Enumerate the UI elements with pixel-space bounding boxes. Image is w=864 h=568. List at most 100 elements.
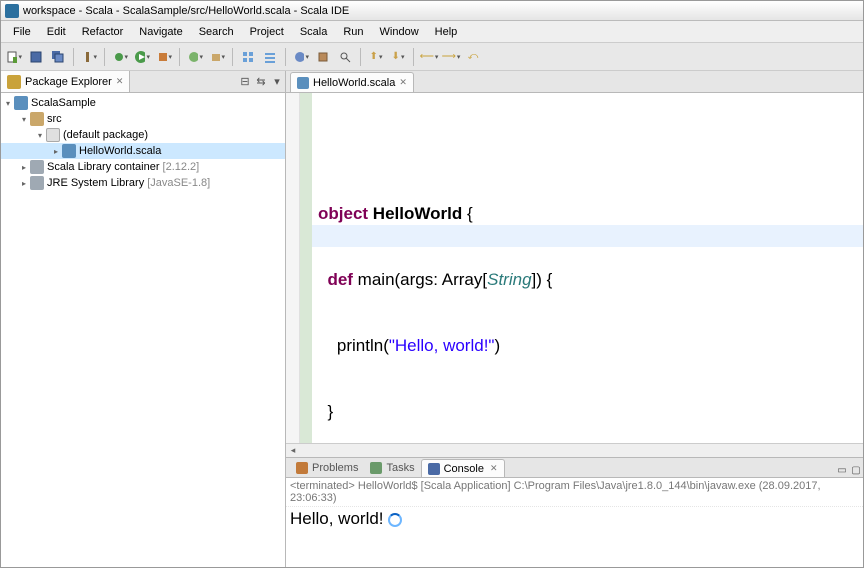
annotation-prev-button[interactable]: ⬆: [367, 48, 385, 66]
src-folder-icon: [30, 112, 44, 126]
editor-h-scrollbar[interactable]: ◂: [286, 443, 863, 457]
twisty-icon[interactable]: [19, 179, 29, 188]
save-all-button[interactable]: [49, 48, 67, 66]
task-icon: [316, 50, 330, 64]
tab-console[interactable]: Console ✕: [421, 459, 505, 477]
annotation-next-button[interactable]: ⬇: [389, 48, 407, 66]
save-all-icon: [51, 50, 65, 64]
package-explorer-tab[interactable]: Package Explorer ✕: [1, 71, 130, 92]
package-explorer-tree[interactable]: ScalaSample src (default package) HelloW…: [1, 93, 285, 567]
problems-icon: [296, 462, 308, 474]
menu-run[interactable]: Run: [335, 23, 371, 41]
menu-scala[interactable]: Scala: [292, 23, 336, 41]
menu-search[interactable]: Search: [191, 23, 242, 41]
tree-scala-lib[interactable]: Scala Library container [2.12.2]: [1, 159, 285, 175]
menu-window[interactable]: Window: [372, 23, 427, 41]
new-class-button[interactable]: [186, 48, 204, 66]
close-icon[interactable]: ✕: [490, 463, 498, 474]
tree-jre-lib-label: JRE System Library: [47, 177, 144, 189]
new-button[interactable]: [5, 48, 23, 66]
search-icon: [338, 50, 352, 64]
tree-src[interactable]: src: [1, 111, 285, 127]
toggle-button-b[interactable]: [261, 48, 279, 66]
ext-tools-icon: [156, 50, 167, 64]
save-button[interactable]: [27, 48, 45, 66]
console-output-text: Hello, world!: [290, 509, 384, 529]
twisty-icon[interactable]: [35, 131, 45, 140]
tree-default-package-label: (default package): [63, 129, 148, 141]
code-area[interactable]: object HelloWorld { def main(args: Array…: [312, 93, 863, 443]
menu-help[interactable]: Help: [427, 23, 466, 41]
debug-button[interactable]: [111, 48, 129, 66]
code-text: main(args: Array[: [353, 270, 487, 289]
editor-gutter: [286, 93, 300, 443]
open-type-button[interactable]: [292, 48, 310, 66]
new-icon: [6, 50, 17, 64]
collapse-all-button[interactable]: ⊟: [237, 74, 253, 90]
tab-problems[interactable]: Problems: [290, 459, 364, 477]
twisty-icon[interactable]: [19, 115, 29, 124]
minimize-button[interactable]: ▭: [835, 463, 849, 477]
library-icon: [30, 176, 44, 190]
code-text: ]) {: [532, 270, 553, 289]
busy-spinner-icon: [388, 513, 402, 527]
menu-navigate[interactable]: Navigate: [131, 23, 190, 41]
tab-tasks[interactable]: Tasks: [364, 459, 420, 477]
toolbar: ⬆ ⬇ ⟵ ⟶ ⤺: [1, 43, 863, 71]
editor-tab-helloworld[interactable]: HelloWorld.scala ✕: [290, 72, 414, 92]
tree-jre-lib-version: [JavaSE-1.8]: [147, 177, 210, 189]
toolbar-separator: [360, 48, 361, 66]
string-literal: "Hello, world!": [389, 336, 495, 355]
tree-jre-lib[interactable]: JRE System Library [JavaSE-1.8]: [1, 175, 285, 191]
tab-console-label: Console: [444, 463, 484, 475]
maximize-button[interactable]: ▢: [849, 463, 863, 477]
scroll-left-icon[interactable]: ◂: [286, 445, 300, 456]
tree-file-label: HelloWorld.scala: [79, 145, 161, 157]
nav-last-edit-button[interactable]: ⤺: [464, 48, 482, 66]
tree-project[interactable]: ScalaSample: [1, 95, 285, 111]
close-icon[interactable]: ✕: [116, 76, 124, 87]
menu-project[interactable]: Project: [242, 23, 292, 41]
new-class-icon: [187, 50, 198, 64]
tasks-icon: [370, 462, 382, 474]
nav-forward-button[interactable]: ⟶: [442, 48, 460, 66]
package-explorer-icon: [7, 75, 21, 89]
tree-src-label: src: [47, 113, 62, 125]
tree-file-helloworld[interactable]: HelloWorld.scala: [1, 143, 285, 159]
close-icon[interactable]: ✕: [399, 77, 407, 88]
menu-edit[interactable]: Edit: [39, 23, 74, 41]
main-area: Package Explorer ✕ ⊟ ⇆ ▾ ScalaSample src: [1, 71, 863, 567]
search-button[interactable]: [336, 48, 354, 66]
code-text: {: [462, 204, 472, 223]
twisty-icon[interactable]: [3, 99, 13, 108]
new-package-icon: [209, 50, 220, 64]
arrow-left-icon: ⟵: [420, 51, 434, 62]
build-button[interactable]: [80, 48, 98, 66]
new-package-button[interactable]: [208, 48, 226, 66]
code-editor[interactable]: object HelloWorld { def main(args: Array…: [286, 93, 863, 443]
editor-and-bottom: HelloWorld.scala ✕ object HelloWorld { d…: [286, 71, 863, 567]
view-menu-button[interactable]: ▾: [269, 74, 285, 90]
twisty-icon[interactable]: [19, 163, 29, 172]
menu-refactor[interactable]: Refactor: [74, 23, 132, 41]
nav-back-button[interactable]: ⟵: [420, 48, 438, 66]
last-edit-icon: ⤺: [468, 51, 479, 62]
tab-problems-label: Problems: [312, 462, 358, 474]
link-editor-button[interactable]: ⇆: [253, 74, 269, 90]
open-task-button[interactable]: [314, 48, 332, 66]
app-icon: [5, 4, 19, 18]
ext-tools-button[interactable]: [155, 48, 173, 66]
hammer-icon: [81, 50, 92, 64]
window-title: workspace - Scala - ScalaSample/src/Hell…: [23, 5, 349, 17]
tree-default-package[interactable]: (default package): [1, 127, 285, 143]
menu-file[interactable]: File: [5, 23, 39, 41]
run-button[interactable]: [133, 48, 151, 66]
twisty-icon[interactable]: [51, 147, 61, 156]
editor-folding-ruler[interactable]: [300, 93, 312, 443]
console-output-area[interactable]: Hello, world!: [286, 507, 863, 567]
toggle-button-a[interactable]: [239, 48, 257, 66]
tree-scala-lib-version: [2.12.2]: [163, 161, 200, 173]
package-icon: [46, 128, 60, 142]
arrow-up-icon: ⬆: [370, 51, 378, 62]
kw-object: object: [318, 204, 368, 223]
